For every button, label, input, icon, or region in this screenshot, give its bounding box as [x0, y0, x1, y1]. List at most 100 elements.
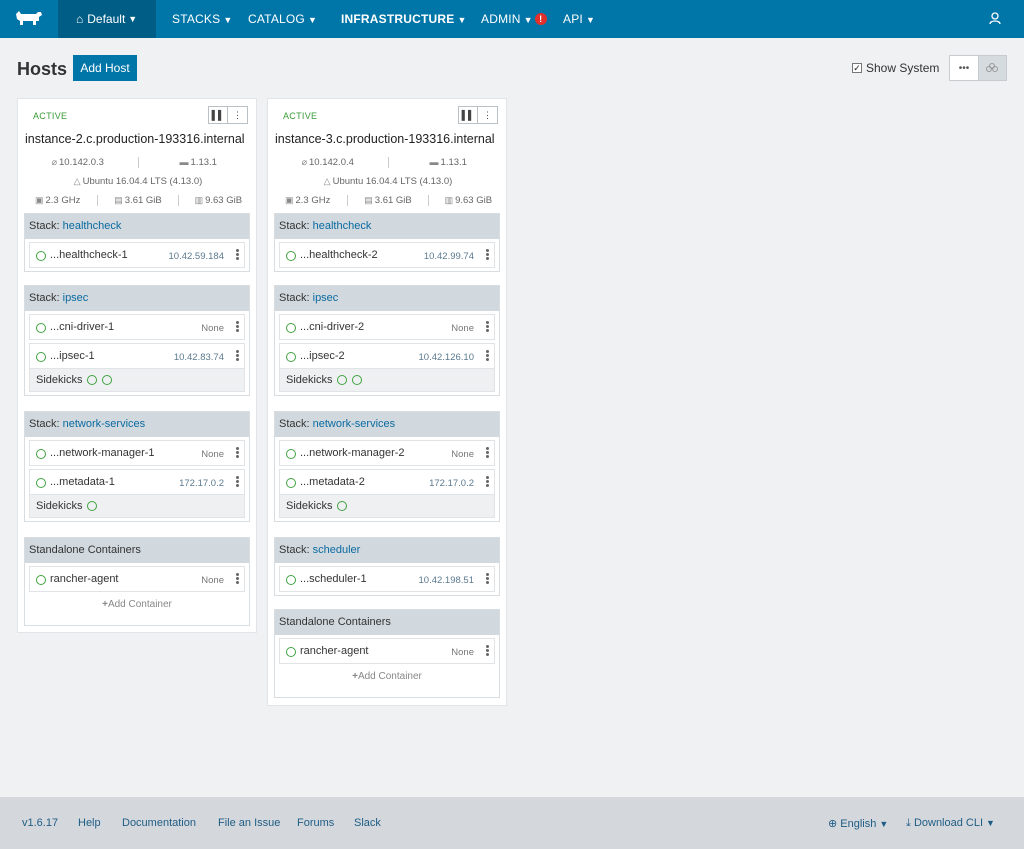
container-name[interactable]: ...healthcheck-1: [50, 249, 128, 261]
kebab-icon[interactable]: [235, 248, 239, 261]
forums-link[interactable]: Forums: [297, 817, 334, 829]
pause-button[interactable]: ▌▌: [208, 106, 228, 124]
download-cli-button[interactable]: ⤓ Download CLI ▼: [906, 817, 995, 830]
stack-link[interactable]: network-services: [313, 418, 396, 430]
host-meta-resources: ▣ 2.3 GHz ▤ 3.61 GiB ▥ 9.63 GiB: [18, 195, 258, 206]
host-menu-button[interactable]: ⋮: [228, 106, 248, 124]
container-row[interactable]: ...metadata-2 172.17.0.2: [279, 469, 495, 495]
standalone-header: Standalone Containers: [25, 538, 249, 563]
host-actions: ▌▌ ⋮: [458, 106, 498, 124]
status-circle-icon[interactable]: [352, 375, 363, 385]
help-link[interactable]: Help: [78, 817, 101, 829]
stack-panel: Stack: healthcheck ...healthcheck-2 10.42…: [274, 213, 500, 272]
container-row[interactable]: ...ipsec-1 10.42.83.74: [29, 343, 245, 369]
nav-catalog[interactable]: CATALOG ▼: [248, 0, 317, 38]
status-circle-icon: [286, 449, 296, 459]
status-circle-icon[interactable]: [87, 375, 98, 385]
container-name[interactable]: ...healthcheck-2: [300, 249, 378, 261]
status-circle-icon[interactable]: [337, 375, 348, 385]
kebab-icon[interactable]: [485, 320, 489, 333]
host-menu-button[interactable]: ⋮: [478, 106, 498, 124]
nav-admin[interactable]: ADMIN ▼!: [481, 0, 547, 38]
container-row[interactable]: ...cni-driver-1 None: [29, 314, 245, 340]
container-row[interactable]: rancher-agent None: [279, 638, 495, 664]
chevron-down-icon: ▼: [986, 818, 995, 828]
list-view-button[interactable]: •••: [950, 56, 978, 80]
container-name[interactable]: ...network-manager-2: [300, 447, 405, 459]
container-row[interactable]: ...ipsec-2 10.42.126.10: [279, 343, 495, 369]
rancher-logo[interactable]: [0, 0, 58, 38]
kebab-icon[interactable]: [485, 349, 489, 362]
version-link[interactable]: v1.6.17: [22, 817, 58, 829]
add-container-link[interactable]: +Add Container: [275, 664, 499, 688]
nav-api[interactable]: API ▼: [563, 0, 595, 38]
container-name[interactable]: ...network-manager-1: [50, 447, 155, 459]
stack-link[interactable]: scheduler: [313, 544, 361, 556]
page-title: Hosts: [17, 59, 68, 79]
slack-link[interactable]: Slack: [354, 817, 381, 829]
status-circle-icon[interactable]: [337, 501, 348, 511]
status-circle-icon[interactable]: [87, 501, 98, 511]
docker-version: 1.13.1: [440, 157, 467, 168]
kebab-icon[interactable]: [235, 349, 239, 362]
container-name[interactable]: ...cni-driver-2: [300, 321, 364, 333]
kebab-icon[interactable]: [235, 446, 239, 459]
stack-link[interactable]: healthcheck: [313, 220, 372, 232]
container-name[interactable]: rancher-agent: [300, 645, 369, 657]
container-row[interactable]: ...cni-driver-2 None: [279, 314, 495, 340]
status-circle-icon: [36, 449, 46, 459]
stack-link[interactable]: ipsec: [313, 292, 339, 304]
add-container-link[interactable]: +Add Container: [25, 592, 249, 616]
container-row[interactable]: ...network-manager-2 None: [279, 440, 495, 466]
language-selector[interactable]: ⊕ English ▼: [828, 817, 888, 830]
checkbox-checked-icon[interactable]: ✓: [852, 63, 862, 73]
host-storage: 9.63 GiB: [455, 195, 493, 206]
chevron-down-icon: ▼: [585, 15, 596, 25]
kebab-icon[interactable]: [235, 475, 239, 488]
container-name[interactable]: ...ipsec-2: [300, 350, 345, 362]
user-menu[interactable]: [988, 11, 1002, 28]
kebab-icon[interactable]: [235, 572, 239, 585]
host-cpu: 2.3 GHz: [295, 195, 331, 206]
nav-stacks[interactable]: STACKS ▼: [172, 0, 232, 38]
container-row[interactable]: rancher-agent None: [29, 566, 245, 592]
container-row[interactable]: ...network-manager-1 None: [29, 440, 245, 466]
container-row[interactable]: ...scheduler-1 10.42.198.51: [279, 566, 495, 592]
kebab-icon[interactable]: [485, 248, 489, 261]
container-row[interactable]: ...metadata-1 172.17.0.2: [29, 469, 245, 495]
file-issue-link[interactable]: File an Issue: [218, 817, 280, 829]
stack-link[interactable]: ipsec: [63, 292, 89, 304]
container-name[interactable]: rancher-agent: [50, 573, 119, 585]
grid-view-button[interactable]: [977, 56, 1006, 80]
user-icon: [989, 12, 1001, 25]
host-name[interactable]: instance-3.c.production-193316.internal: [275, 132, 495, 146]
nav-infrastructure[interactable]: INFRASTRUCTURE ▼: [341, 0, 467, 38]
kebab-icon[interactable]: [485, 446, 489, 459]
container-name[interactable]: ...metadata-1: [50, 476, 115, 488]
stack-link[interactable]: network-services: [63, 418, 146, 430]
kebab-icon[interactable]: [485, 475, 489, 488]
kebab-icon[interactable]: [485, 644, 489, 657]
host-ip: 10.142.0.3: [59, 157, 104, 168]
stack-link[interactable]: healthcheck: [63, 220, 122, 232]
container-row[interactable]: ...healthcheck-1 10.42.59.184: [29, 242, 245, 268]
status-circle-icon[interactable]: [102, 375, 113, 385]
kebab-icon[interactable]: [485, 572, 489, 585]
container-name[interactable]: ...metadata-2: [300, 476, 365, 488]
environment-switcher[interactable]: ⌂ Default ▼: [58, 0, 156, 38]
chevron-down-icon: ▼: [457, 15, 467, 25]
host-name[interactable]: instance-2.c.production-193316.internal: [25, 132, 245, 146]
kebab-icon[interactable]: [235, 320, 239, 333]
container-row[interactable]: ...healthcheck-2 10.42.99.74: [279, 242, 495, 268]
stack-prefix: Stack:: [279, 220, 313, 232]
container-name[interactable]: ...ipsec-1: [50, 350, 95, 362]
container-name[interactable]: ...cni-driver-1: [50, 321, 114, 333]
container-name[interactable]: ...scheduler-1: [300, 573, 367, 585]
show-system-toggle[interactable]: ✓ Show System: [852, 61, 939, 75]
status-circle-icon: [36, 575, 46, 585]
sidekicks-row: Sidekicks: [29, 369, 245, 392]
container-ip: 172.17.0.2: [429, 478, 474, 489]
pause-button[interactable]: ▌▌: [458, 106, 478, 124]
documentation-link[interactable]: Documentation: [122, 817, 196, 829]
add-host-button[interactable]: Add Host: [73, 55, 137, 81]
